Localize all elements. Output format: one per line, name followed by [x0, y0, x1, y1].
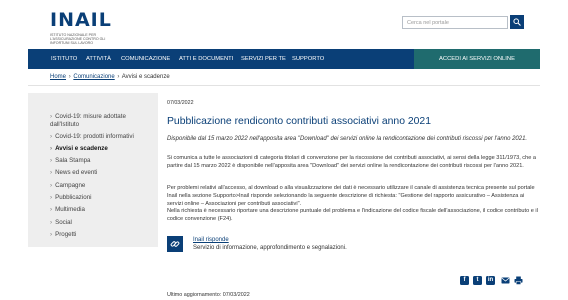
- sidebar-item-label: Social: [55, 219, 72, 226]
- chevron-right-icon: ›: [50, 169, 53, 176]
- chevron-right-icon: ›: [50, 231, 53, 238]
- sidebar-item-label: Avvisi e scadenze: [55, 145, 108, 152]
- article-paragraph-1: Si comunica a tutte le associazioni di c…: [167, 155, 536, 169]
- article-date-wrap: 07/03/2022: [167, 100, 539, 106]
- chevron-right-icon: ›: [50, 194, 53, 201]
- site-header: INAIL Istituto nazionale per l'assicuraz…: [0, 0, 568, 48]
- sidebar-item-avvisi[interactable]: › Avvisi e scadenze: [50, 145, 150, 153]
- breadcrumb-separator: ›: [68, 74, 71, 80]
- logo-subtitle: Istituto nazionale per l'assicurazione c…: [50, 33, 106, 45]
- twitter-icon[interactable]: t: [473, 276, 482, 285]
- print-icon[interactable]: [514, 276, 523, 285]
- search-button[interactable]: [510, 15, 524, 29]
- sidebar-item-news[interactable]: › News ed eventi: [50, 169, 150, 177]
- inail-logo[interactable]: INAIL Istituto nazionale per l'assicuraz…: [50, 9, 120, 46]
- sidebar-item-pubblicazioni[interactable]: › Pubblicazioni: [50, 194, 150, 202]
- chevron-right-icon: ›: [50, 206, 53, 213]
- main-navbar: Istituto Attività Comunicazione Atti e d…: [28, 49, 540, 69]
- sidebar-item-label: Pubblicazioni: [55, 194, 92, 201]
- sidebar-item-label: Covid-19: misure adottate dall'Istituto: [50, 113, 126, 128]
- breadcrumb-home[interactable]: Home: [50, 74, 66, 80]
- sidebar-item-label: Covid-19: prodotti informativi: [55, 133, 134, 140]
- breadcrumb-comunicazione[interactable]: Comunicazione: [73, 74, 114, 80]
- nav-item-servizi-per-te[interactable]: Servizi per te: [241, 49, 286, 69]
- nav-item-istituto[interactable]: Istituto: [51, 49, 77, 69]
- chevron-right-icon: ›: [50, 182, 53, 189]
- logo-text: INAIL: [50, 9, 112, 31]
- search-icon: [513, 18, 521, 26]
- article-paragraph-3: Nella richiesta è necessario riportare u…: [167, 208, 538, 222]
- nav-item-atti-documenti[interactable]: Atti e documenti: [179, 49, 233, 69]
- link-icon-box[interactable]: [167, 236, 183, 252]
- divider: [28, 85, 540, 86]
- linkedin-icon[interactable]: in: [486, 276, 495, 285]
- sidebar-item-progetti[interactable]: › Progetti: [50, 231, 150, 239]
- sidebar-item-sala-stampa[interactable]: › Sala Stampa: [50, 157, 150, 165]
- chevron-right-icon: ›: [50, 219, 53, 226]
- facebook-icon[interactable]: f: [460, 276, 469, 285]
- nav-item-comunicazione[interactable]: Comunicazione: [121, 49, 170, 69]
- sidebar-item-label: Campagne: [55, 182, 86, 189]
- chevron-right-icon: ›: [50, 133, 53, 140]
- breadcrumb-current: Avvisi e scadenze: [121, 74, 170, 80]
- sidebar-item-covid-misure[interactable]: › Covid-19: misure adottate dall'Istituto: [50, 113, 150, 129]
- link-icon: [170, 241, 180, 247]
- chevron-right-icon: ›: [50, 145, 53, 152]
- sidebar-item-campagne[interactable]: › Campagne: [50, 182, 150, 190]
- breadcrumb: Home › Comunicazione › Avvisi e scadenze: [50, 74, 170, 80]
- sidebar-item-social[interactable]: › Social: [50, 219, 150, 227]
- article-paragraph-2: Per problemi relativi all'accesso, al do…: [167, 185, 535, 207]
- chevron-right-icon: ›: [50, 157, 53, 164]
- article-lead: Disponibile dal 15 marzo 2022 nell'appos…: [167, 136, 528, 142]
- sidebar-item-label: Multimedia: [55, 206, 85, 213]
- nav-item-supporto[interactable]: Supporto: [292, 49, 324, 69]
- online-services-button[interactable]: Accedi ai servizi online: [414, 49, 540, 69]
- search-input[interactable]: Cerca nel portale: [402, 16, 508, 29]
- sidebar-item-multimedia[interactable]: › Multimedia: [50, 206, 150, 214]
- sidebar-item-label: Sala Stampa: [55, 157, 91, 164]
- sidebar-item-label: News ed eventi: [55, 169, 98, 176]
- breadcrumb-separator: ›: [117, 74, 120, 80]
- sidebar-item-label: Progetti: [55, 231, 77, 238]
- sidebar: › Covid-19: misure adottate dall'Istituto…: [28, 93, 158, 247]
- link-description: Servizio di informazione, approfondiment…: [193, 245, 347, 251]
- email-icon[interactable]: [501, 276, 510, 285]
- last-updated: Ultimo aggiornamento: 07/03/2022: [167, 292, 250, 298]
- chevron-right-icon: ›: [50, 113, 53, 120]
- page-title: Pubblicazione rendiconto contributi asso…: [167, 116, 431, 127]
- inail-risponde-link[interactable]: Inail risponde: [193, 237, 229, 243]
- nav-item-attivita[interactable]: Attività: [86, 49, 111, 69]
- sidebar-item-covid-prodotti[interactable]: › Covid-19: prodotti informativi: [50, 133, 150, 141]
- article-date: 07/03/2022: [167, 100, 194, 106]
